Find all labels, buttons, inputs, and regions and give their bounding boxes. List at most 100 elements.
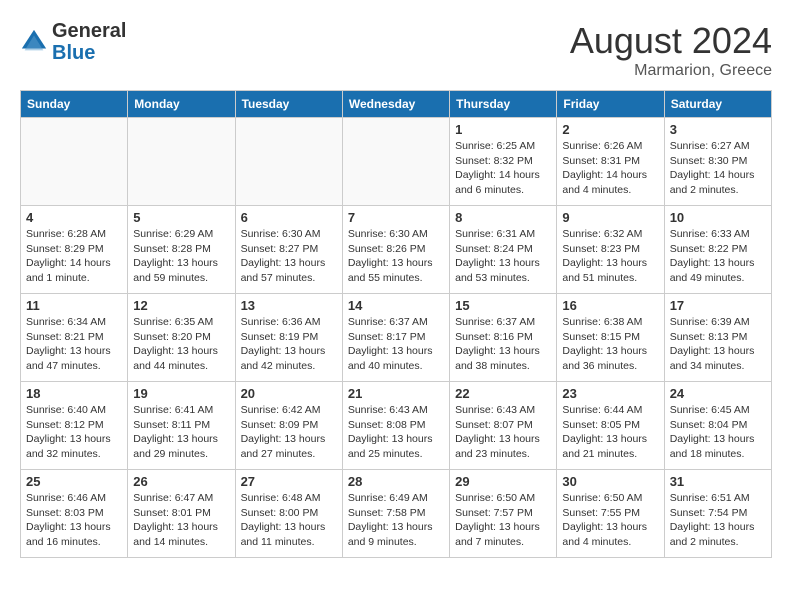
day-info: Sunrise: 6:30 AMSunset: 8:26 PMDaylight:… [348,227,444,286]
page-header: General Blue August 2024 Marmarion, Gree… [20,20,772,80]
logo-blue: Blue [52,42,95,64]
day-info: Sunrise: 6:43 AMSunset: 8:07 PMDaylight:… [455,403,551,462]
week-row-3: 11 Sunrise: 6:34 AMSunset: 8:21 PMDayligh… [21,294,772,382]
day-number: 9 [562,210,658,225]
day-number: 31 [670,474,766,489]
day-cell-31: 31 Sunrise: 6:51 AMSunset: 7:54 PMDayligh… [664,470,771,558]
day-number: 17 [670,298,766,313]
day-info: Sunrise: 6:36 AMSunset: 8:19 PMDaylight:… [241,315,337,374]
day-number: 21 [348,386,444,401]
day-info: Sunrise: 6:31 AMSunset: 8:24 PMDaylight:… [455,227,551,286]
week-row-1: 1 Sunrise: 6:25 AMSunset: 8:32 PMDaylight… [21,118,772,206]
day-cell-16: 16Sunrise: 6:38 AMSunset: 8:15 PMDayligh… [557,294,664,382]
day-number: 25 [26,474,122,489]
day-info: Sunrise: 6:45 AMSunset: 8:04 PMDaylight:… [670,403,766,462]
day-cell-3: 3 Sunrise: 6:27 AMSunset: 8:30 PMDaylight… [664,118,771,206]
day-info: Sunrise: 6:50 AMSunset: 7:55 PMDaylight:… [562,491,658,550]
weekday-header-wednesday: Wednesday [342,91,449,118]
day-number: 8 [455,210,551,225]
weekday-header-tuesday: Tuesday [235,91,342,118]
day-cell-28: 28 Sunrise: 6:49 AMSunset: 7:58 PMDayligh… [342,470,449,558]
day-info: Sunrise: 6:30 AMSunset: 8:27 PMDaylight:… [241,227,337,286]
day-cell-7: 7Sunrise: 6:30 AMSunset: 8:26 PMDaylight… [342,206,449,294]
day-number: 2 [562,122,658,137]
empty-cell [128,118,235,206]
day-info: Sunrise: 6:47 AMSunset: 8:01 PMDaylight:… [133,491,229,550]
day-cell-6: 6 Sunrise: 6:30 AMSunset: 8:27 PMDaylight… [235,206,342,294]
day-cell-11: 11 Sunrise: 6:34 AMSunset: 8:21 PMDayligh… [21,294,128,382]
day-info: Sunrise: 6:38 AMSunset: 8:15 PMDaylight:… [562,315,658,374]
day-number: 12 [133,298,229,313]
logo-icon [20,28,48,56]
logo: General Blue [20,20,126,64]
day-info: Sunrise: 6:35 AMSunset: 8:20 PMDaylight:… [133,315,229,374]
logo-general: General [52,20,126,42]
day-number: 6 [241,210,337,225]
day-info: Sunrise: 6:33 AMSunset: 8:22 PMDaylight:… [670,227,766,286]
day-info: Sunrise: 6:28 AMSunset: 8:29 PMDaylight:… [26,227,122,286]
day-info: Sunrise: 6:25 AMSunset: 8:32 PMDaylight:… [455,139,551,198]
day-cell-25: 25Sunrise: 6:46 AMSunset: 8:03 PMDayligh… [21,470,128,558]
day-cell-17: 17 Sunrise: 6:39 AMSunset: 8:13 PMDayligh… [664,294,771,382]
day-info: Sunrise: 6:44 AMSunset: 8:05 PMDaylight:… [562,403,658,462]
day-number: 24 [670,386,766,401]
day-number: 5 [133,210,229,225]
day-number: 20 [241,386,337,401]
location: Marmarion, Greece [570,62,772,80]
day-info: Sunrise: 6:27 AMSunset: 8:30 PMDaylight:… [670,139,766,198]
weekday-header-friday: Friday [557,91,664,118]
day-number: 29 [455,474,551,489]
day-info: Sunrise: 6:42 AMSunset: 8:09 PMDaylight:… [241,403,337,462]
day-number: 14 [348,298,444,313]
day-info: Sunrise: 6:39 AMSunset: 8:13 PMDaylight:… [670,315,766,374]
day-info: Sunrise: 6:48 AMSunset: 8:00 PMDaylight:… [241,491,337,550]
day-info: Sunrise: 6:40 AMSunset: 8:12 PMDaylight:… [26,403,122,462]
day-cell-23: 23 Sunrise: 6:44 AMSunset: 8:05 PMDayligh… [557,382,664,470]
day-info: Sunrise: 6:51 AMSunset: 7:54 PMDaylight:… [670,491,766,550]
day-info: Sunrise: 6:37 AMSunset: 8:16 PMDaylight:… [455,315,551,374]
day-cell-27: 27 Sunrise: 6:48 AMSunset: 8:00 PMDayligh… [235,470,342,558]
day-cell-12: 12 Sunrise: 6:35 AMSunset: 8:20 PMDayligh… [128,294,235,382]
empty-cell [21,118,128,206]
day-number: 26 [133,474,229,489]
day-cell-9: 9Sunrise: 6:32 AMSunset: 8:23 PMDaylight… [557,206,664,294]
day-cell-2: 2 Sunrise: 6:26 AMSunset: 8:31 PMDaylight… [557,118,664,206]
day-number: 27 [241,474,337,489]
day-number: 23 [562,386,658,401]
day-cell-30: 30Sunrise: 6:50 AMSunset: 7:55 PMDayligh… [557,470,664,558]
day-number: 13 [241,298,337,313]
day-cell-4: 4 Sunrise: 6:28 AMSunset: 8:29 PMDaylight… [21,206,128,294]
day-cell-5: 5Sunrise: 6:29 AMSunset: 8:28 PMDaylight… [128,206,235,294]
day-number: 28 [348,474,444,489]
day-cell-14: 14Sunrise: 6:37 AMSunset: 8:17 PMDayligh… [342,294,449,382]
weekday-header-row: SundayMondayTuesdayWednesdayThursdayFrid… [21,91,772,118]
day-cell-1: 1 Sunrise: 6:25 AMSunset: 8:32 PMDaylight… [450,118,557,206]
day-cell-22: 22Sunrise: 6:43 AMSunset: 8:07 PMDayligh… [450,382,557,470]
day-cell-13: 13 Sunrise: 6:36 AMSunset: 8:19 PMDayligh… [235,294,342,382]
week-row-5: 25Sunrise: 6:46 AMSunset: 8:03 PMDayligh… [21,470,772,558]
day-cell-24: 24 Sunrise: 6:45 AMSunset: 8:04 PMDayligh… [664,382,771,470]
empty-cell [235,118,342,206]
day-number: 15 [455,298,551,313]
day-number: 19 [133,386,229,401]
day-number: 3 [670,122,766,137]
day-cell-8: 8 Sunrise: 6:31 AMSunset: 8:24 PMDaylight… [450,206,557,294]
empty-cell [342,118,449,206]
day-number: 18 [26,386,122,401]
weekday-header-sunday: Sunday [21,91,128,118]
month-year: August 2024 [570,20,772,62]
day-info: Sunrise: 6:26 AMSunset: 8:31 PMDaylight:… [562,139,658,198]
day-cell-20: 20 Sunrise: 6:42 AMSunset: 8:09 PMDayligh… [235,382,342,470]
day-number: 1 [455,122,551,137]
weekday-header-monday: Monday [128,91,235,118]
day-info: Sunrise: 6:43 AMSunset: 8:08 PMDaylight:… [348,403,444,462]
day-cell-15: 15 Sunrise: 6:37 AMSunset: 8:16 PMDayligh… [450,294,557,382]
day-number: 11 [26,298,122,313]
day-number: 10 [670,210,766,225]
day-info: Sunrise: 6:49 AMSunset: 7:58 PMDaylight:… [348,491,444,550]
day-cell-26: 26 Sunrise: 6:47 AMSunset: 8:01 PMDayligh… [128,470,235,558]
day-cell-19: 19Sunrise: 6:41 AMSunset: 8:11 PMDayligh… [128,382,235,470]
day-number: 4 [26,210,122,225]
weekday-header-thursday: Thursday [450,91,557,118]
day-info: Sunrise: 6:34 AMSunset: 8:21 PMDaylight:… [26,315,122,374]
